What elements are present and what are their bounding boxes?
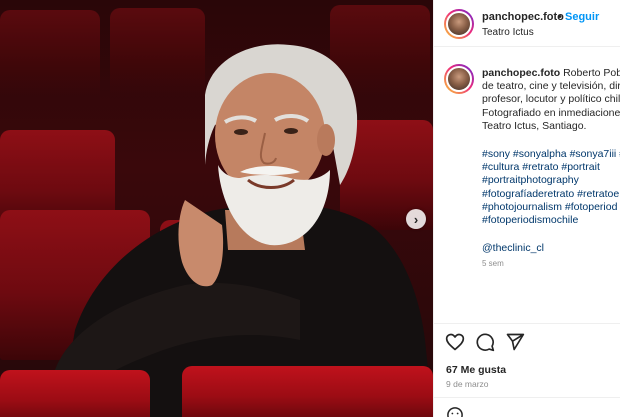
share-icon[interactable] (505, 332, 525, 352)
caption-line: Teatro Ictus, Santiago. (482, 119, 587, 132)
comment-icon[interactable] (475, 332, 495, 352)
foreground-seat-right (182, 366, 433, 417)
location-link[interactable]: Teatro Ictus (482, 27, 534, 38)
like-count[interactable]: 67 Me gusta (446, 364, 506, 376)
heart-icon[interactable] (445, 332, 465, 352)
portrait-subject (55, 44, 433, 417)
avatar[interactable] (444, 9, 474, 39)
emoji-icon[interactable] (446, 406, 464, 417)
caption-username[interactable]: panchopec.foto (482, 67, 560, 79)
caption-line: profesor, locutor y político chileno. (482, 93, 620, 106)
hashtag-line[interactable]: #fotografíaderetrato #retratoe (482, 188, 620, 201)
caption-line: Roberto Poblete (563, 67, 620, 79)
caption-time-ago: 5 sem (482, 259, 504, 268)
hashtag-line[interactable]: #fotoperiodismochile (482, 214, 620, 227)
post-sidebar: panchopec.foto • Seguir Teatro Ictus pan… (433, 0, 620, 417)
foreground-seat-left (0, 370, 150, 417)
chevron-right-icon: › (413, 211, 419, 227)
mention-link[interactable]: @theclinic_cl (482, 242, 544, 254)
divider (434, 323, 620, 324)
caption-text: panchopec.foto Roberto Poblete de teatro… (482, 67, 620, 133)
caption-line: de teatro, cine y televisión, director, (482, 80, 620, 93)
caption-line: Fotografiado en inmediaciones del (482, 106, 620, 119)
post-date: 9 de marzo (446, 379, 489, 389)
hashtag-line[interactable]: #photojournalism #fotoperiod (482, 201, 620, 214)
hashtag-line[interactable]: #portraitphotography (482, 174, 620, 187)
hashtag-line[interactable]: #sony #sonyalpha #sonya7iii # (482, 148, 620, 161)
divider (434, 397, 620, 398)
caption-avatar[interactable] (444, 64, 474, 94)
next-photo-button[interactable]: › (406, 209, 426, 229)
separator-dot: • (558, 11, 562, 23)
hashtag-list: #sony #sonyalpha #sonya7iii # #cultura #… (482, 148, 620, 227)
follow-button[interactable]: Seguir (565, 11, 599, 23)
header-username[interactable]: panchopec.foto (482, 11, 564, 23)
hashtag-line[interactable]: #cultura #retrato #portrait (482, 161, 620, 174)
post-header: panchopec.foto • Seguir Teatro Ictus (434, 0, 620, 47)
post-photo[interactable]: › (0, 0, 433, 417)
